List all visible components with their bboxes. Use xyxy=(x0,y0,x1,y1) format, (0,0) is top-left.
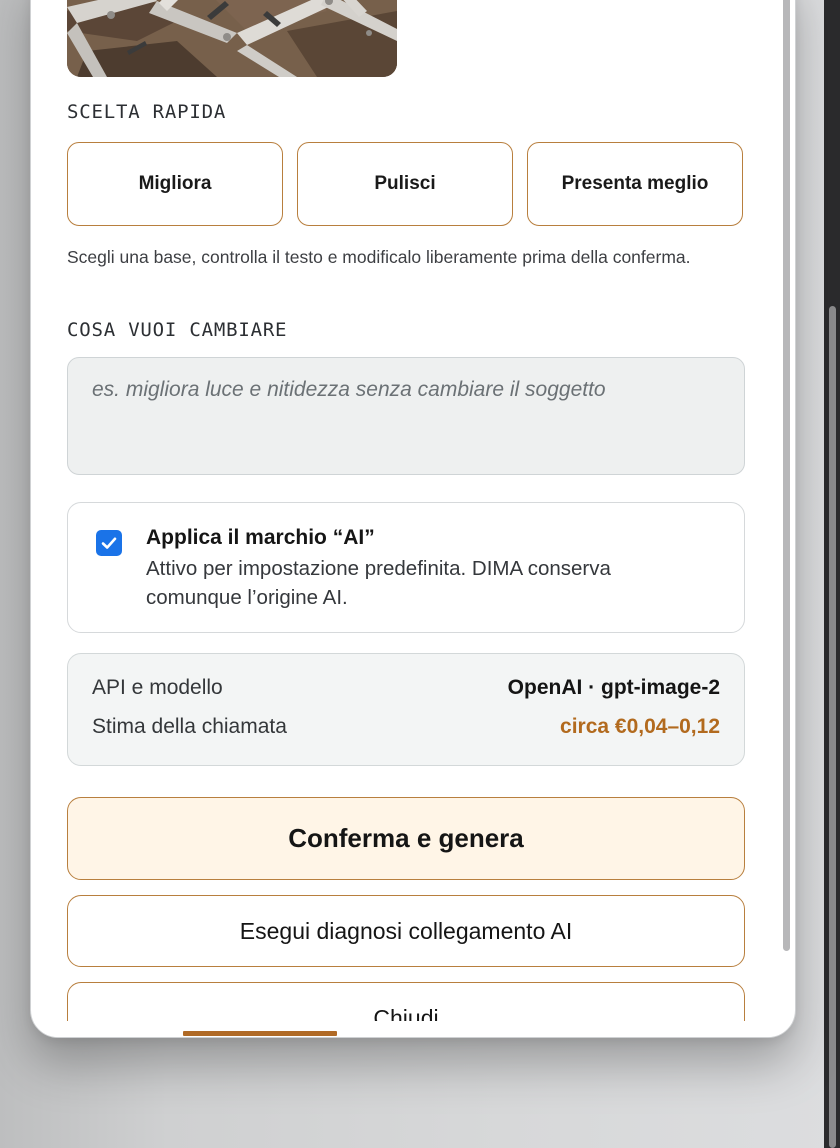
quick-option-presenta-meglio[interactable]: Presenta meglio xyxy=(527,142,743,226)
call-estimate-row: Stima della chiamata circa €0,04–0,12 xyxy=(92,715,720,739)
ai-watermark-option: Applica il marchio “AI” Attivo per impos… xyxy=(67,502,745,633)
quick-choice-label: SCELTA RAPIDA xyxy=(67,101,227,123)
ai-watermark-checkbox[interactable] xyxy=(96,530,122,556)
ai-diagnosis-button[interactable]: Esegui diagnosi collegamento AI xyxy=(67,895,745,967)
api-model-row: API e modello OpenAI · gpt-image-2 xyxy=(92,676,720,700)
page-scrollbar-thumb[interactable] xyxy=(829,306,836,1148)
call-estimate-value: circa €0,04–0,12 xyxy=(560,715,720,738)
image-preview xyxy=(67,0,397,77)
quick-choice-options: Migliora Pulisci Presenta meglio xyxy=(67,142,745,228)
api-info-card: API e modello OpenAI · gpt-image-2 Stima… xyxy=(67,653,745,766)
check-icon xyxy=(101,537,117,549)
home-indicator xyxy=(183,1031,337,1036)
quick-option-migliora[interactable]: Migliora xyxy=(67,142,283,226)
call-estimate-label: Stima della chiamata xyxy=(92,715,287,738)
ai-watermark-title[interactable]: Applica il marchio “AI” xyxy=(146,526,375,550)
sheet-scrollbar-thumb[interactable] xyxy=(783,0,790,951)
api-model-value: OpenAI · gpt-image-2 xyxy=(507,676,720,699)
quick-choice-helper: Scegli una base, controlla il testo e mo… xyxy=(67,247,691,267)
change-label: COSA VUOI CAMBIARE xyxy=(67,319,288,341)
confirm-generate-button[interactable]: Conferma e genera xyxy=(67,797,745,880)
edit-sheet: SCELTA RAPIDA Migliora Pulisci Presenta … xyxy=(30,0,796,1038)
quick-option-pulisci[interactable]: Pulisci xyxy=(297,142,513,226)
sheet-bottom-bar xyxy=(31,1021,795,1037)
ai-watermark-description: Attivo per impostazione predefinita. DIM… xyxy=(146,557,611,609)
api-model-label: API e modello xyxy=(92,676,223,699)
change-description-input[interactable] xyxy=(67,357,745,475)
